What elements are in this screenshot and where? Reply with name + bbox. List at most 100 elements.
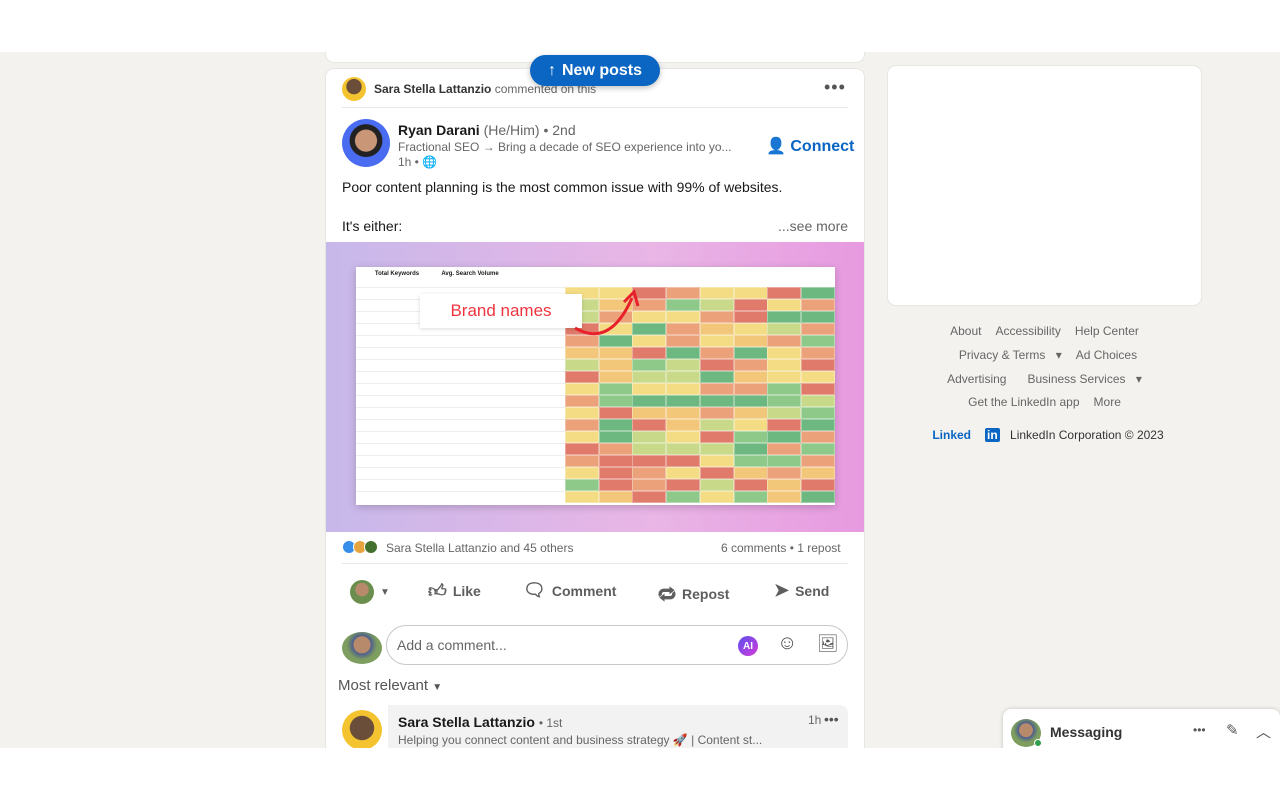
heatmap-cell — [767, 335, 802, 347]
heatmap-cell — [733, 395, 768, 407]
heatmap-cell — [666, 407, 701, 419]
heatmap-cell — [666, 395, 701, 407]
connect-button[interactable]: 👤 Connect — [766, 136, 854, 156]
heatmap-cell — [767, 383, 802, 395]
heatmap-cell — [666, 323, 701, 335]
footer-link-accessibility[interactable]: Accessibility — [995, 324, 1060, 338]
like-button[interactable]: 👍︎ Like — [428, 580, 481, 602]
see-more-link[interactable]: ...see more — [778, 218, 848, 234]
author-name[interactable]: Ryan Darani — [398, 122, 480, 138]
author-degree: • 2nd — [543, 122, 576, 138]
heatmap-cell — [767, 359, 802, 371]
heatmap-cell — [666, 467, 701, 479]
new-posts-button[interactable]: ↑ New posts — [530, 55, 660, 86]
comment-repost-counts[interactable]: 6 comments • 1 repost — [721, 541, 841, 555]
heatmap-cell — [598, 371, 633, 383]
ai-icon[interactable]: AI — [738, 636, 758, 656]
heatmap-cell — [565, 479, 599, 491]
heatmap-cell — [666, 287, 701, 299]
chevron-up-icon[interactable]: ︿ — [1256, 721, 1271, 742]
heatmap-cell — [767, 311, 802, 323]
heatmap-cell — [632, 431, 667, 443]
heatmap-cell — [565, 347, 599, 359]
repost-icon: 🔁︎ — [658, 585, 676, 605]
heatmap-cell — [565, 419, 599, 431]
heatmap-cell — [632, 395, 667, 407]
heatmap-cell — [565, 443, 599, 455]
repost-button[interactable]: 🔁︎ Repost — [658, 580, 729, 607]
more-options-icon[interactable]: ••• — [1193, 723, 1206, 737]
heatmap-cell — [565, 371, 599, 383]
heatmap-cell — [598, 443, 633, 455]
heatmap-cell — [800, 335, 835, 347]
heatmap-cell — [598, 407, 633, 419]
heatmap-cell — [666, 359, 701, 371]
heatmap-cell — [699, 347, 734, 359]
footer-link-app[interactable]: Get the LinkedIn app — [968, 395, 1079, 409]
commenter-degree: • 1st — [538, 716, 563, 730]
sort-dropdown[interactable]: Most relevant ▼ — [338, 677, 442, 694]
commenter-name[interactable]: Sara Stella Lattanzio — [398, 714, 535, 730]
heatmap-cell — [733, 323, 768, 335]
heatmap-cell — [598, 347, 633, 359]
send-icon: ➤ — [774, 580, 790, 600]
heatmap-cell — [767, 443, 802, 455]
send-button[interactable]: ➤ Send — [774, 580, 829, 601]
activity-avatar[interactable] — [342, 77, 366, 101]
image-icon[interactable]: 🖼︎ — [817, 634, 839, 654]
compose-icon[interactable]: ✎ — [1226, 721, 1239, 739]
heatmap-cell — [800, 287, 835, 299]
heatmap-cell — [632, 467, 667, 479]
heatmap-cell — [632, 407, 667, 419]
commenter-avatar[interactable] — [342, 710, 382, 750]
heatmap-cell — [632, 383, 667, 395]
heatmap-cell — [699, 419, 734, 431]
footer-link-business[interactable]: Business Services ▾ — [1020, 372, 1141, 386]
heatmap-cell — [598, 455, 633, 467]
caret-down-icon: ▼ — [380, 586, 390, 598]
heatmap-cell — [699, 287, 734, 299]
author-avatar[interactable] — [342, 119, 390, 167]
footer-link-advertising[interactable]: Advertising — [947, 372, 1006, 386]
comment-placeholder: Add a comment... — [397, 637, 507, 653]
footer-link-help[interactable]: Help Center — [1075, 324, 1139, 338]
footer-link-more[interactable]: More — [1094, 395, 1121, 409]
heatmap-cell — [666, 431, 701, 443]
heatmap-cell — [733, 431, 768, 443]
heatmap-cell — [800, 371, 835, 383]
comment-input[interactable]: Add a comment... AI ☺ 🖼︎ — [386, 625, 848, 665]
heatmap-cell — [699, 443, 734, 455]
linkedin-logo: Linked in — [932, 428, 1000, 442]
heatmap-cell — [598, 479, 633, 491]
comment-button[interactable]: 🗨︎ Comment — [523, 580, 616, 601]
heatmap-cell — [632, 479, 667, 491]
heatmap-cell — [699, 455, 734, 467]
heatmap-cell — [733, 407, 768, 419]
footer-link-about[interactable]: About — [950, 324, 981, 338]
post-text: Poor content planning is the most common… — [342, 179, 783, 195]
footer-link-ad-choices[interactable]: Ad Choices — [1076, 348, 1137, 362]
heatmap-cell — [699, 395, 734, 407]
more-options-icon[interactable]: ••• — [824, 77, 846, 98]
heatmap-cell — [666, 443, 701, 455]
heatmap-cell — [666, 419, 701, 431]
thumbs-up-icon: 👍︎ — [428, 581, 447, 601]
top-bar — [0, 0, 1280, 52]
heatmap-cell — [666, 371, 701, 383]
heatmap-cell — [565, 407, 599, 419]
reactions-summary[interactable]: Sara Stella Lattanzio and 45 others — [386, 541, 573, 555]
heatmap-cell — [666, 335, 701, 347]
reaction-avatar-select[interactable]: ▼ — [350, 580, 390, 604]
author-headline: Fractional SEO → Bring a decade of SEO e… — [398, 140, 732, 154]
heatmap-cell — [733, 359, 768, 371]
post-text-2: It's either: — [342, 218, 403, 234]
activity-name[interactable]: Sara Stella Lattanzio — [374, 82, 491, 96]
heatmap-cell — [598, 383, 633, 395]
emoji-icon[interactable]: ☺ — [777, 632, 797, 655]
heatmap-cell — [767, 287, 802, 299]
comment-more-icon[interactable]: ••• — [824, 711, 839, 727]
post-time: 1h • — [398, 155, 419, 169]
footer-link-privacy[interactable]: Privacy & Terms ▾ — [952, 348, 1062, 362]
commenter-headline: Helping you connect content and business… — [398, 733, 763, 747]
heatmap-cell — [800, 299, 835, 311]
